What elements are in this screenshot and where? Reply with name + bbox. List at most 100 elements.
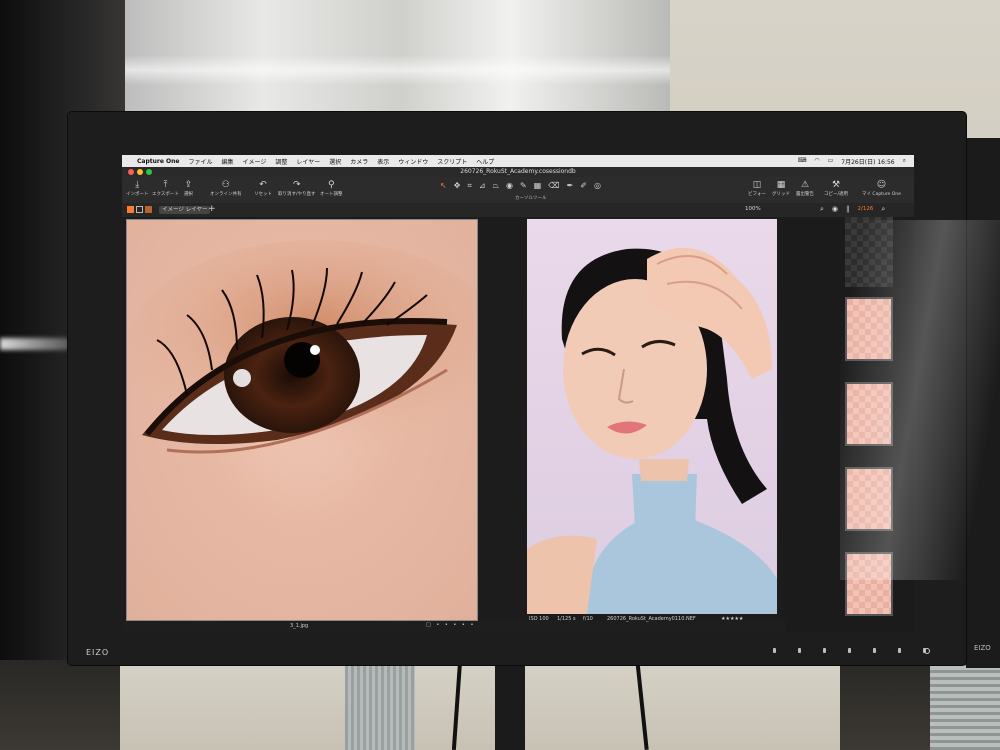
room-wall-lower — [120, 660, 840, 750]
radiator — [930, 665, 1000, 750]
image-viewer — [122, 217, 785, 621]
menu-item[interactable]: ウィンドウ — [398, 157, 428, 166]
keystone-tool-icon[interactable]: ⏢ — [493, 181, 499, 191]
view-mode-icons — [127, 206, 152, 213]
battery-icon[interactable]: ▭ — [828, 157, 834, 166]
my-capture-one-button[interactable]: ☺ マイ Capture One — [862, 179, 901, 197]
auto-adjust-label: オート調整 — [320, 192, 343, 197]
grid-view-icon[interactable] — [127, 206, 134, 213]
crop-tool-icon[interactable]: ⌗ — [467, 181, 472, 191]
pause-icon[interactable]: ∥ — [846, 205, 850, 214]
menu-item[interactable]: カメラ — [350, 157, 368, 166]
shutter-value: 1/125 s — [557, 616, 576, 622]
online-share-button[interactable]: ⚇ オンライン共有 — [210, 179, 242, 197]
undo-icon: ↶ — [259, 180, 267, 190]
warning-icon: ⚠ — [800, 180, 810, 190]
undo-redo-button[interactable]: ↷ 取り消す/やり直す — [278, 179, 316, 197]
viewer-icon: ◫ — [752, 180, 762, 190]
monitor-button[interactable] — [773, 648, 776, 653]
copy-apply-button[interactable]: ⚒ コピー/適用 — [824, 179, 848, 197]
monitor-button[interactable] — [873, 648, 876, 653]
select-button[interactable]: ⇪ 選択 — [184, 179, 193, 197]
monitor-brand-logo: EIZO — [86, 648, 110, 657]
power-icon[interactable] — [924, 648, 930, 654]
add-icon[interactable]: + — [208, 204, 216, 214]
grid-icon: ▦ — [776, 180, 786, 190]
import-label: インポート — [126, 192, 149, 197]
before-button[interactable]: ◫ ビフォー — [748, 179, 766, 197]
menu-item[interactable]: スクリプト — [437, 157, 467, 166]
brush-tool-icon[interactable]: ✎ — [520, 181, 527, 191]
menu-item[interactable]: レイヤー — [296, 157, 320, 166]
import-icon: ⤓ — [135, 180, 140, 190]
undo-redo-label: 取り消す/やり直す — [278, 192, 316, 197]
rating-stars[interactable]: ★★★★★ — [721, 616, 743, 622]
eye-closeup-photo[interactable] — [126, 219, 478, 621]
monitor-button[interactable] — [823, 648, 826, 653]
eraser-tool-icon[interactable]: ⌫ — [548, 181, 559, 191]
wifi-icon[interactable]: ◠ — [814, 157, 819, 166]
grid-label: グリッド — [772, 192, 790, 197]
before-label: ビフォー — [748, 192, 766, 197]
minimize-icon[interactable] — [137, 169, 143, 175]
right-image-footer: ISO 100 1/125 s f/10 260726_RokuSt_Acade… — [527, 614, 785, 626]
menu-item[interactable]: ファイル — [188, 157, 212, 166]
window-titlebar: 260726_RokuSt_Academy.cosessiondb — [122, 167, 914, 177]
zoom-icon[interactable]: ⌕ — [881, 205, 885, 214]
exposure-warning-button[interactable]: ⚠ 露出警告 — [796, 179, 814, 197]
close-icon[interactable] — [128, 169, 134, 175]
zoom-level[interactable]: 100% — [745, 206, 761, 212]
search-icon[interactable]: ⌕ — [820, 205, 824, 214]
steel-wall-panel — [125, 0, 675, 115]
picker-tool-icon[interactable]: ✒ — [567, 181, 574, 191]
left-rating-controls[interactable]: □ • • • • • — [426, 622, 475, 628]
monitor-buttons[interactable] — [773, 648, 926, 653]
gradient-tool-icon[interactable]: ▦ — [534, 181, 542, 191]
tab-image-layers[interactable]: イメージ レイヤー — [159, 206, 211, 214]
pointer-tool-icon[interactable]: ↖ — [440, 181, 447, 191]
monitor-button[interactable] — [898, 648, 901, 653]
wb-tool-icon[interactable]: ◎ — [594, 181, 601, 191]
single-view-icon[interactable] — [136, 206, 143, 213]
auto-adjust-button[interactable]: ⚲ オート調整 — [320, 179, 343, 197]
reset-button[interactable]: ↶ リセット — [254, 179, 272, 197]
menu-app-name[interactable]: Capture One — [137, 158, 179, 165]
monitor-button[interactable] — [848, 648, 851, 653]
spot-tool-icon[interactable]: ◉ — [506, 181, 513, 191]
pan-tool-icon[interactable]: ✥ — [454, 181, 461, 191]
select-label: 選択 — [184, 192, 193, 197]
menu-item[interactable]: 調整 — [275, 157, 287, 166]
monitor-button[interactable] — [798, 648, 801, 653]
image-counter: 2/126 — [857, 206, 874, 212]
left-image-footer: 3_1.jpg □ • • • • • — [122, 621, 478, 633]
iso-value: ISO 100 — [529, 616, 549, 622]
copy-apply-label: コピー/適用 — [824, 192, 849, 197]
menu-item[interactable]: イメージ — [242, 157, 266, 166]
monitor-stand-pole — [495, 660, 525, 750]
copy-icon: ⚒ — [831, 180, 841, 190]
browser-controls: ⌕ ◉ ∥ 2/126 ⌕ — [820, 205, 885, 214]
exposure-warning-label: 露出警告 — [796, 192, 814, 197]
online-share-label: オンライン共有 — [210, 192, 242, 197]
portrait-photo[interactable] — [527, 219, 777, 614]
keyboard-icon[interactable]: ⌨ — [798, 157, 807, 166]
people-icon: ⚇ — [221, 180, 230, 190]
menu-item[interactable]: 表示 — [377, 157, 389, 166]
cursor-tools: ↖ ✥ ⌗ ⊿ ⏢ ◉ ✎ ▦ ⌫ ✒ ✐ ◎ — [440, 181, 601, 191]
my-capture-one-label: マイ Capture One — [862, 192, 901, 197]
menu-item[interactable]: ヘルプ — [476, 157, 494, 166]
search-icon[interactable]: ⌕ — [903, 157, 906, 166]
menu-item[interactable]: 選択 — [329, 157, 341, 166]
import-button[interactable]: ⤓ インポート — [126, 179, 149, 197]
maximize-icon[interactable] — [146, 169, 152, 175]
export-button[interactable]: ⤒ エクスポート — [152, 179, 179, 197]
grid-button[interactable]: ▦ グリッド — [772, 179, 790, 197]
annotate-tool-icon[interactable]: ✐ — [580, 181, 587, 191]
compare-view-icon[interactable] — [145, 206, 152, 213]
menubar-status-area: ⌨ ◠ ▭ 7月26日(日) 16:56 ⌕ — [798, 157, 914, 166]
eye-icon[interactable]: ◉ — [832, 205, 838, 214]
straighten-tool-icon[interactable]: ⊿ — [479, 181, 486, 191]
viewer-subbar: イメージ レイヤー + 100% ⌕ ◉ ∥ 2/126 ⌕ — [122, 203, 914, 217]
clock[interactable]: 7月26日(日) 16:56 — [841, 157, 894, 166]
menu-item[interactable]: 編集 — [221, 157, 233, 166]
